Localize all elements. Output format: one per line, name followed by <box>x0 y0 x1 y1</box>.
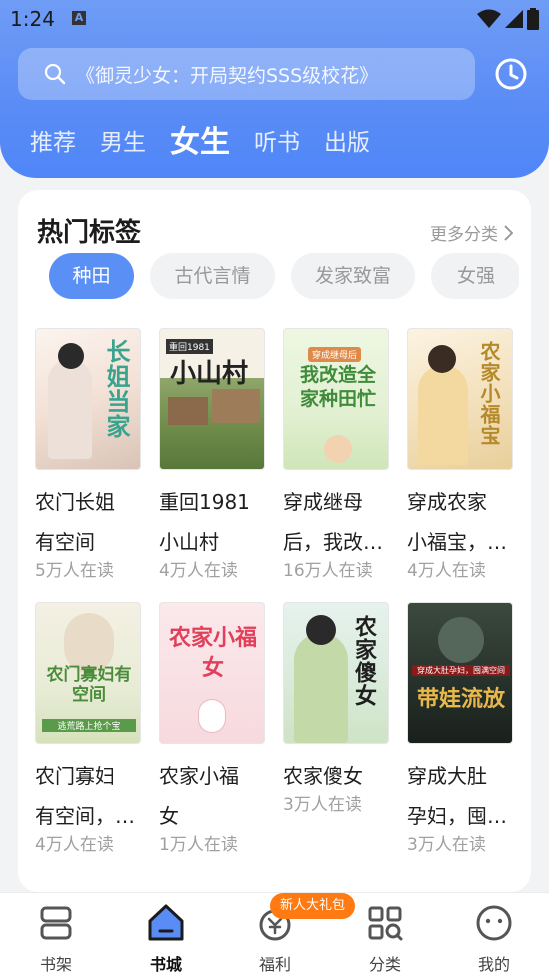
book-cover: 农家小福宝 <box>407 328 513 470</box>
chip-ancient-romance[interactable]: 古代言情 <box>150 253 275 299</box>
book-card[interactable]: 穿成大肚孕妇，囤满空间 带娃流放 穿成大肚 孕妇，囤… 3万人在读 <box>407 602 513 855</box>
cover-title: 农家傻女 <box>351 615 377 707</box>
chevron-right-icon <box>504 224 513 241</box>
book-title-line1: 农家小福 <box>159 764 239 788</box>
clock-icon[interactable] <box>494 57 528 91</box>
book-title: 农门寡妇 有空间，… <box>35 756 141 836</box>
cover-title: 小山村 <box>170 359 249 389</box>
search-bar[interactable]: 《御灵少女：开局契约SSS级校花》 <box>18 48 475 100</box>
cover-subtitle: 穿成大肚孕妇，囤满空间 <box>412 665 510 676</box>
book-title: 穿成继母 后，我改… <box>283 482 389 562</box>
nav-label: 书城 <box>149 955 182 974</box>
nav-label: 书架 <box>39 955 72 974</box>
book-title-line1: 农门寡妇 <box>35 764 115 788</box>
book-title-line1: 穿成农家 <box>407 490 487 514</box>
tag-chips: 种田 古代言情 发家致富 女强 <box>49 253 519 299</box>
book-title: 农门长姐 有空间 <box>35 482 141 562</box>
cover-subtitle: 重回1981 <box>166 339 213 354</box>
wifi-icon <box>477 9 501 28</box>
chip-get-rich[interactable]: 发家致富 <box>291 253 415 299</box>
book-cover: 穿成继母后 我改造全家种田忙 <box>283 328 389 470</box>
cover-subtitle: 穿成继母后 <box>308 347 362 362</box>
book-cover: 长姐当家 <box>35 328 141 470</box>
book-title: 穿成农家 小福宝，… <box>407 482 513 562</box>
book-title: 穿成大肚 孕妇，囤… <box>407 756 513 836</box>
book-title: 重回1981 小山村 <box>159 482 265 562</box>
book-card[interactable]: 重回1981 小山村 重回1981 小山村 4万人在读 <box>159 328 265 581</box>
book-cover: 农家傻女 <box>283 602 389 744</box>
cover-title: 带娃流放 <box>416 686 505 712</box>
bookstore-icon <box>148 904 184 941</box>
search-placeholder: 《御灵少女：开局契约SSS级校花》 <box>76 64 379 87</box>
chip-farming[interactable]: 种田 <box>49 253 134 299</box>
book-readers: 3万人在读 <box>283 795 362 815</box>
book-cover: 农门寡妇有空间 逃荒路上抢个宝 <box>35 602 141 744</box>
more-categories-label: 更多分类 <box>430 225 498 245</box>
top-tabs: 推荐 男生 女生 听书 出版 <box>30 118 394 166</box>
tab-publish[interactable]: 出版 <box>324 120 370 166</box>
nav-label: 分类 <box>368 955 401 974</box>
notification-icon: A <box>72 11 86 25</box>
nav-profile[interactable]: 我的 <box>454 903 534 975</box>
book-readers: 4万人在读 <box>159 561 238 581</box>
book-title-line1: 农门长姐 <box>35 490 115 514</box>
chip-strong-female[interactable]: 女强 <box>431 253 519 299</box>
book-card[interactable]: 农家小福宝 穿成农家 小福宝，… 4万人在读 <box>407 328 513 581</box>
bookshelf-icon <box>40 906 72 940</box>
search-icon <box>44 63 66 85</box>
top-header: 1:24 A 《御灵少女：开局契约SSS级校花》 推荐 男生 女生 听书 出版 <box>0 0 549 178</box>
nav-bookshelf[interactable]: 书架 <box>16 903 96 975</box>
cover-title: 农家小福女 <box>168 625 257 681</box>
nav-bookstore[interactable]: 书城 <box>126 903 206 975</box>
book-card[interactable]: 长姐当家 农门长姐 有空间 5万人在读 <box>35 328 141 581</box>
book-title: 农家小福 女 <box>159 756 265 836</box>
status-icons <box>477 8 539 30</box>
book-card[interactable]: 农家傻女 农家傻女 3万人在读 <box>283 602 389 815</box>
book-card[interactable]: 穿成继母后 我改造全家种田忙 穿成继母 后，我改… 16万人在读 <box>283 328 389 581</box>
status-time: 1:24 <box>10 7 55 31</box>
section-title: 热门标签 <box>37 218 142 248</box>
cover-title: 我改造全家种田忙 <box>299 364 376 410</box>
signal-icon <box>505 10 523 28</box>
book-title-line1: 穿成继母 <box>283 490 363 514</box>
book-card[interactable]: 农门寡妇有空间 逃荒路上抢个宝 农门寡妇 有空间，… 4万人在读 <box>35 602 141 855</box>
battery-icon <box>527 8 539 30</box>
book-title-line1: 穿成大肚 <box>407 764 487 788</box>
book-title-line1: 重回1981 <box>159 490 250 514</box>
more-categories-link[interactable]: 更多分类 <box>430 220 513 245</box>
new-user-gift-badge[interactable]: 新人大礼包 <box>270 893 356 919</box>
tab-female[interactable]: 女生 <box>170 120 230 166</box>
book-cover: 穿成大肚孕妇，囤满空间 带娃流放 <box>407 602 513 744</box>
cover-title: 农家小福宝 <box>477 341 501 446</box>
nav-category[interactable]: 分类 <box>345 903 425 975</box>
book-card[interactable]: 农家小福女 农家小福 女 1万人在读 <box>159 602 265 855</box>
profile-face-icon <box>476 905 512 941</box>
tab-recommend[interactable]: 推荐 <box>30 120 76 166</box>
cover-title: 农门寡妇有空间 <box>46 665 132 705</box>
category-grid-icon <box>368 906 403 941</box>
book-cover: 重回1981 小山村 <box>159 328 265 470</box>
book-readers: 5万人在读 <box>35 561 114 581</box>
tab-male[interactable]: 男生 <box>100 120 146 166</box>
book-cover: 农家小福女 <box>159 602 265 744</box>
nav-label: 我的 <box>477 955 510 974</box>
tab-audiobook[interactable]: 听书 <box>254 120 300 166</box>
hot-tags-card: 热门标签 更多分类 种田 古代言情 发家致富 女强 长姐当家 农门长姐 有空间 … <box>18 190 531 892</box>
cover-title: 长姐当家 <box>102 339 131 439</box>
nav-label: 福利 <box>258 955 291 974</box>
book-readers: 1万人在读 <box>159 835 238 855</box>
status-bar: 1:24 A <box>0 0 549 38</box>
cover-subtitle: 逃荒路上抢个宝 <box>42 719 136 732</box>
